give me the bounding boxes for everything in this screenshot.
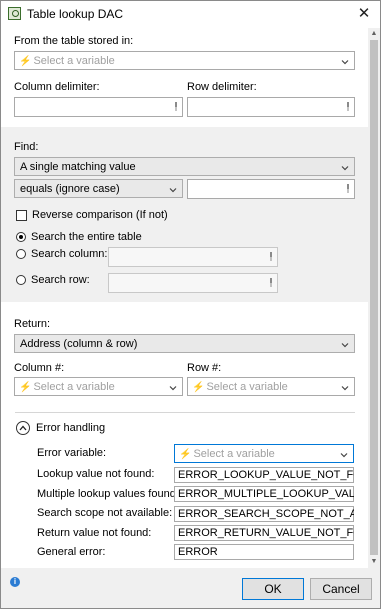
- chevron-down-icon: [341, 57, 349, 65]
- column-delimiter-label: Column delimiter:: [14, 81, 100, 93]
- error-scope-not-available-input[interactable]: ERROR_SEARCH_SCOPE_NOT_AVAILABL: [174, 506, 354, 522]
- radio-search-row[interactable]: [16, 275, 26, 285]
- chevron-down-icon: [341, 383, 349, 391]
- error-row-label: Return value not found:: [37, 527, 152, 539]
- source-variable-select[interactable]: ⚡ Select a variable: [14, 51, 355, 70]
- source-label: From the table stored in:: [14, 35, 134, 47]
- row-delimiter-input[interactable]: [187, 97, 355, 117]
- reverse-comparison-label: Reverse comparison (If not): [32, 209, 168, 221]
- error-return-not-found-input[interactable]: ERROR_RETURN_VALUE_NOT_FOUND: [174, 525, 354, 541]
- chevron-down-icon: [169, 185, 177, 193]
- search-row-input[interactable]: [108, 273, 278, 293]
- collapse-error-handling-button[interactable]: [16, 421, 30, 435]
- error-row-label: Search scope not available:: [37, 507, 173, 519]
- error-lookup-not-found-input[interactable]: ERROR_LOOKUP_VALUE_NOT_FOUND: [174, 467, 354, 483]
- pin-icon[interactable]: [346, 184, 350, 193]
- search-row-label: Search row:: [31, 274, 90, 286]
- column-delimiter-input[interactable]: [14, 97, 183, 117]
- pin-icon[interactable]: [346, 102, 350, 111]
- radio-search-entire-table[interactable]: [16, 232, 26, 242]
- window-title: Table lookup DAC: [27, 7, 124, 21]
- pin-icon[interactable]: [269, 252, 273, 261]
- dialog-window: Table lookup DAC ✕ From the table stored…: [0, 0, 381, 609]
- scrollbar-thumb[interactable]: [370, 40, 378, 555]
- column-number-label: Column #:: [14, 362, 65, 374]
- return-dropdown[interactable]: Address (column & row): [14, 334, 355, 353]
- comparison-dropdown[interactable]: equals (ignore case): [14, 179, 183, 198]
- find-label: Find:: [14, 141, 39, 153]
- chevron-down-icon: [340, 450, 348, 458]
- title-bar: Table lookup DAC ✕: [1, 1, 380, 28]
- reverse-comparison-checkbox[interactable]: [16, 210, 27, 221]
- error-multiple-values-input[interactable]: ERROR_MULTIPLE_LOOKUP_VALUES_FO: [174, 486, 354, 502]
- ok-button[interactable]: OK: [242, 578, 304, 600]
- search-entire-table-label: Search the entire table: [31, 231, 142, 243]
- pin-icon[interactable]: [269, 278, 273, 287]
- chevron-down-icon: [341, 340, 349, 348]
- chevron-down-icon: [341, 163, 349, 171]
- app-icon: [8, 7, 21, 20]
- search-column-input[interactable]: [108, 247, 278, 267]
- info-icon[interactable]: i: [10, 577, 20, 587]
- error-handling-label: Error handling: [36, 422, 106, 434]
- error-row-label: Multiple lookup values found:: [37, 488, 179, 500]
- radio-search-column[interactable]: [16, 249, 26, 259]
- bolt-icon: ⚡: [192, 382, 205, 393]
- row-number-select[interactable]: ⚡ Select a variable: [187, 377, 355, 396]
- column-number-select[interactable]: ⚡ Select a variable: [14, 377, 183, 396]
- scroll-up-icon[interactable]: ▲: [370, 30, 378, 38]
- bolt-icon: ⚡: [19, 382, 32, 393]
- error-variable-label: Error variable:: [37, 447, 107, 459]
- row-delimiter-label: Row delimiter:: [187, 81, 257, 93]
- find-mode-dropdown[interactable]: A single matching value: [14, 157, 355, 176]
- section-divider: [15, 412, 355, 413]
- close-button[interactable]: ✕: [353, 4, 375, 24]
- error-variable-select[interactable]: ⚡ Select a variable: [174, 444, 354, 463]
- error-row-label: General error:: [37, 546, 106, 558]
- scroll-down-icon[interactable]: ▼: [370, 558, 378, 566]
- pin-icon[interactable]: [174, 102, 178, 111]
- bolt-icon: ⚡: [19, 56, 32, 67]
- search-column-label: Search column:: [31, 248, 108, 260]
- return-label: Return:: [14, 318, 51, 330]
- chevron-down-icon: [169, 383, 177, 391]
- error-row-label: Lookup value not found:: [37, 468, 155, 480]
- comparison-value-input[interactable]: [187, 179, 355, 199]
- bolt-icon: ⚡: [179, 449, 192, 460]
- vertical-scrollbar[interactable]: ▲ ▼: [368, 28, 380, 568]
- cancel-button[interactable]: Cancel: [310, 578, 372, 600]
- row-number-label: Row #:: [187, 362, 222, 374]
- error-general-input[interactable]: ERROR: [174, 544, 354, 560]
